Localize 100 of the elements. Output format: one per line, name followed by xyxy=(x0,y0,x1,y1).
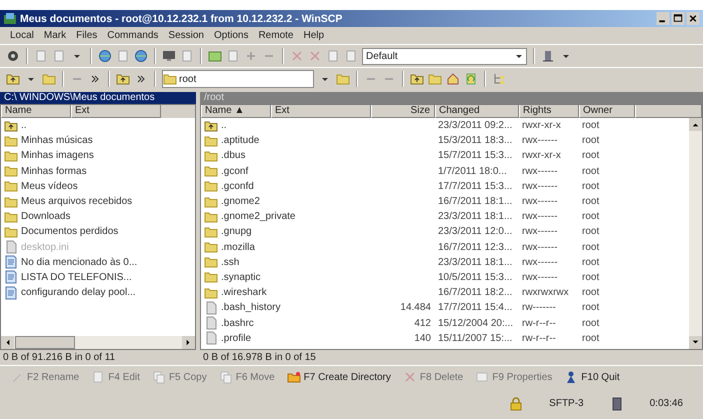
page-icon[interactable] xyxy=(226,49,240,63)
menu-item[interactable]: Options xyxy=(214,30,248,41)
column-header[interactable]: Rights xyxy=(519,105,579,118)
column-header[interactable]: Owner xyxy=(579,105,635,118)
minimize-button[interactable] xyxy=(656,12,670,25)
page-icon[interactable] xyxy=(52,49,66,63)
file-name[interactable]: LISTA DO TELEFONIS... xyxy=(1,270,181,284)
file-name[interactable]: Minhas imagens xyxy=(1,148,181,163)
scroll-up-button[interactable] xyxy=(689,118,702,131)
folder-icon xyxy=(204,224,218,239)
delete-icon[interactable] xyxy=(290,49,304,63)
file-name[interactable]: .. xyxy=(1,118,181,133)
file-name[interactable]: .gconfd xyxy=(201,179,371,194)
file-name[interactable]: .gnome2 xyxy=(201,194,371,209)
menu-item[interactable]: Session xyxy=(168,30,204,41)
file-name[interactable]: Meus vídeos xyxy=(1,179,181,194)
folder-icon xyxy=(4,148,18,163)
file-name[interactable]: Documentos perdidos xyxy=(1,224,181,239)
file-name[interactable]: Minhas músicas xyxy=(1,134,181,148)
page-icon[interactable] xyxy=(116,49,130,63)
path-field[interactable]: root xyxy=(162,70,314,88)
column-header[interactable]: Changed xyxy=(435,105,519,118)
table-cell-text: 23/3/2011 18:1... xyxy=(437,256,514,268)
scroll-right-button[interactable] xyxy=(182,336,195,349)
file-name[interactable]: Meus arquivos recebidos xyxy=(1,194,181,209)
file-name[interactable]: Downloads xyxy=(1,210,181,224)
file-name[interactable]: .ssh xyxy=(201,255,371,270)
menu-item[interactable]: Commands xyxy=(107,30,158,41)
file-name[interactable]: .mozilla xyxy=(201,240,371,254)
table-cell-text: 10/5/2011 15:3... xyxy=(437,272,514,283)
document-icon xyxy=(4,286,18,300)
file-name[interactable]: .aptitude xyxy=(201,134,371,148)
preset-dropdown[interactable]: Default xyxy=(362,48,527,64)
table-cell-text: rw-r--r-- xyxy=(521,318,557,329)
maximize-button[interactable] xyxy=(671,12,685,25)
folder-icon xyxy=(204,179,218,194)
function-key-button[interactable]: F7 Create Directory xyxy=(286,370,391,384)
globe-icon[interactable] xyxy=(134,49,148,63)
up-folder-icon[interactable] xyxy=(6,72,20,86)
folder-icon xyxy=(204,134,218,148)
file-name[interactable]: .gnome2_private xyxy=(201,210,371,224)
table-cell-text: root xyxy=(581,272,600,283)
file-name[interactable]: .bashrc xyxy=(201,316,371,330)
column-header[interactable]: Ext xyxy=(71,105,161,118)
file-name[interactable]: Minhas formas xyxy=(1,164,181,178)
plus-icon[interactable] xyxy=(244,49,258,63)
folder-icon[interactable] xyxy=(42,72,56,86)
monitor-icon[interactable] xyxy=(162,49,176,63)
refresh-icon[interactable] xyxy=(464,72,478,86)
folder-icon xyxy=(4,194,18,209)
gear-icon[interactable] xyxy=(6,49,20,63)
scroll-left-button[interactable] xyxy=(1,336,14,349)
file-name[interactable]: No dia mencionado às 0... xyxy=(1,255,181,270)
table-cell-text: 15/11/2007 15:... xyxy=(437,332,514,344)
menu-item[interactable]: Mark xyxy=(44,30,66,41)
file-name[interactable]: .synaptic xyxy=(201,270,371,284)
properties-icon xyxy=(475,370,490,384)
session-icon[interactable] xyxy=(541,49,555,63)
file-name[interactable]: .. xyxy=(201,118,371,133)
folder-icon[interactable] xyxy=(336,72,350,86)
page-icon xyxy=(91,370,106,384)
file-name[interactable]: .wireshark xyxy=(201,286,371,300)
file-name[interactable]: .gnupg xyxy=(201,224,371,239)
column-header[interactable]: Size xyxy=(371,105,435,118)
file-name[interactable]: .profile xyxy=(201,331,371,346)
document-icon xyxy=(4,255,18,270)
globe-icon[interactable] xyxy=(98,49,112,63)
table-cell-text: root xyxy=(581,332,600,344)
menu-item[interactable]: Files xyxy=(76,30,98,41)
copy-icon xyxy=(152,370,166,384)
column-header[interactable]: Name xyxy=(1,105,71,118)
file-name[interactable]: .dbus xyxy=(201,148,371,163)
window-icon[interactable] xyxy=(208,49,222,63)
window-title: Meus documentos - root@10.12.232.1 from 10.12.232.2 - WinSCP xyxy=(20,12,344,24)
column-header[interactable]: Ext xyxy=(271,105,371,118)
close-button[interactable] xyxy=(686,12,700,25)
table-cell-text: rw------- xyxy=(521,302,557,314)
column-header[interactable]: Name ▲ xyxy=(201,105,271,118)
up-folder-icon[interactable] xyxy=(116,72,130,86)
file-icon xyxy=(204,316,218,330)
file-name[interactable]: .bash_history xyxy=(201,300,371,315)
menu-item[interactable]: Local xyxy=(10,30,34,41)
page-icon[interactable] xyxy=(34,49,48,63)
function-key-button[interactable]: F10 Quit xyxy=(564,370,620,384)
file-name[interactable]: .gconf xyxy=(201,164,371,178)
scrollbar[interactable] xyxy=(689,118,702,349)
menu-item[interactable]: Remote xyxy=(258,30,294,41)
delete-icon[interactable] xyxy=(308,49,322,63)
home-icon[interactable] xyxy=(446,72,460,86)
scrollbar[interactable] xyxy=(1,336,195,349)
up-folder-icon[interactable] xyxy=(410,72,424,86)
scroll-thumb[interactable] xyxy=(15,336,75,349)
scroll-down-button[interactable] xyxy=(689,336,702,349)
lock-icon xyxy=(509,396,524,410)
table-cell-text: 1/7/2011 18:0... xyxy=(437,166,508,177)
page-icon[interactable] xyxy=(326,49,340,63)
page-icon[interactable] xyxy=(344,49,358,63)
menu-item[interactable]: Help xyxy=(303,30,324,41)
file-name[interactable]: configurando delay pool... xyxy=(1,286,181,300)
tree-icon[interactable] xyxy=(492,72,506,86)
